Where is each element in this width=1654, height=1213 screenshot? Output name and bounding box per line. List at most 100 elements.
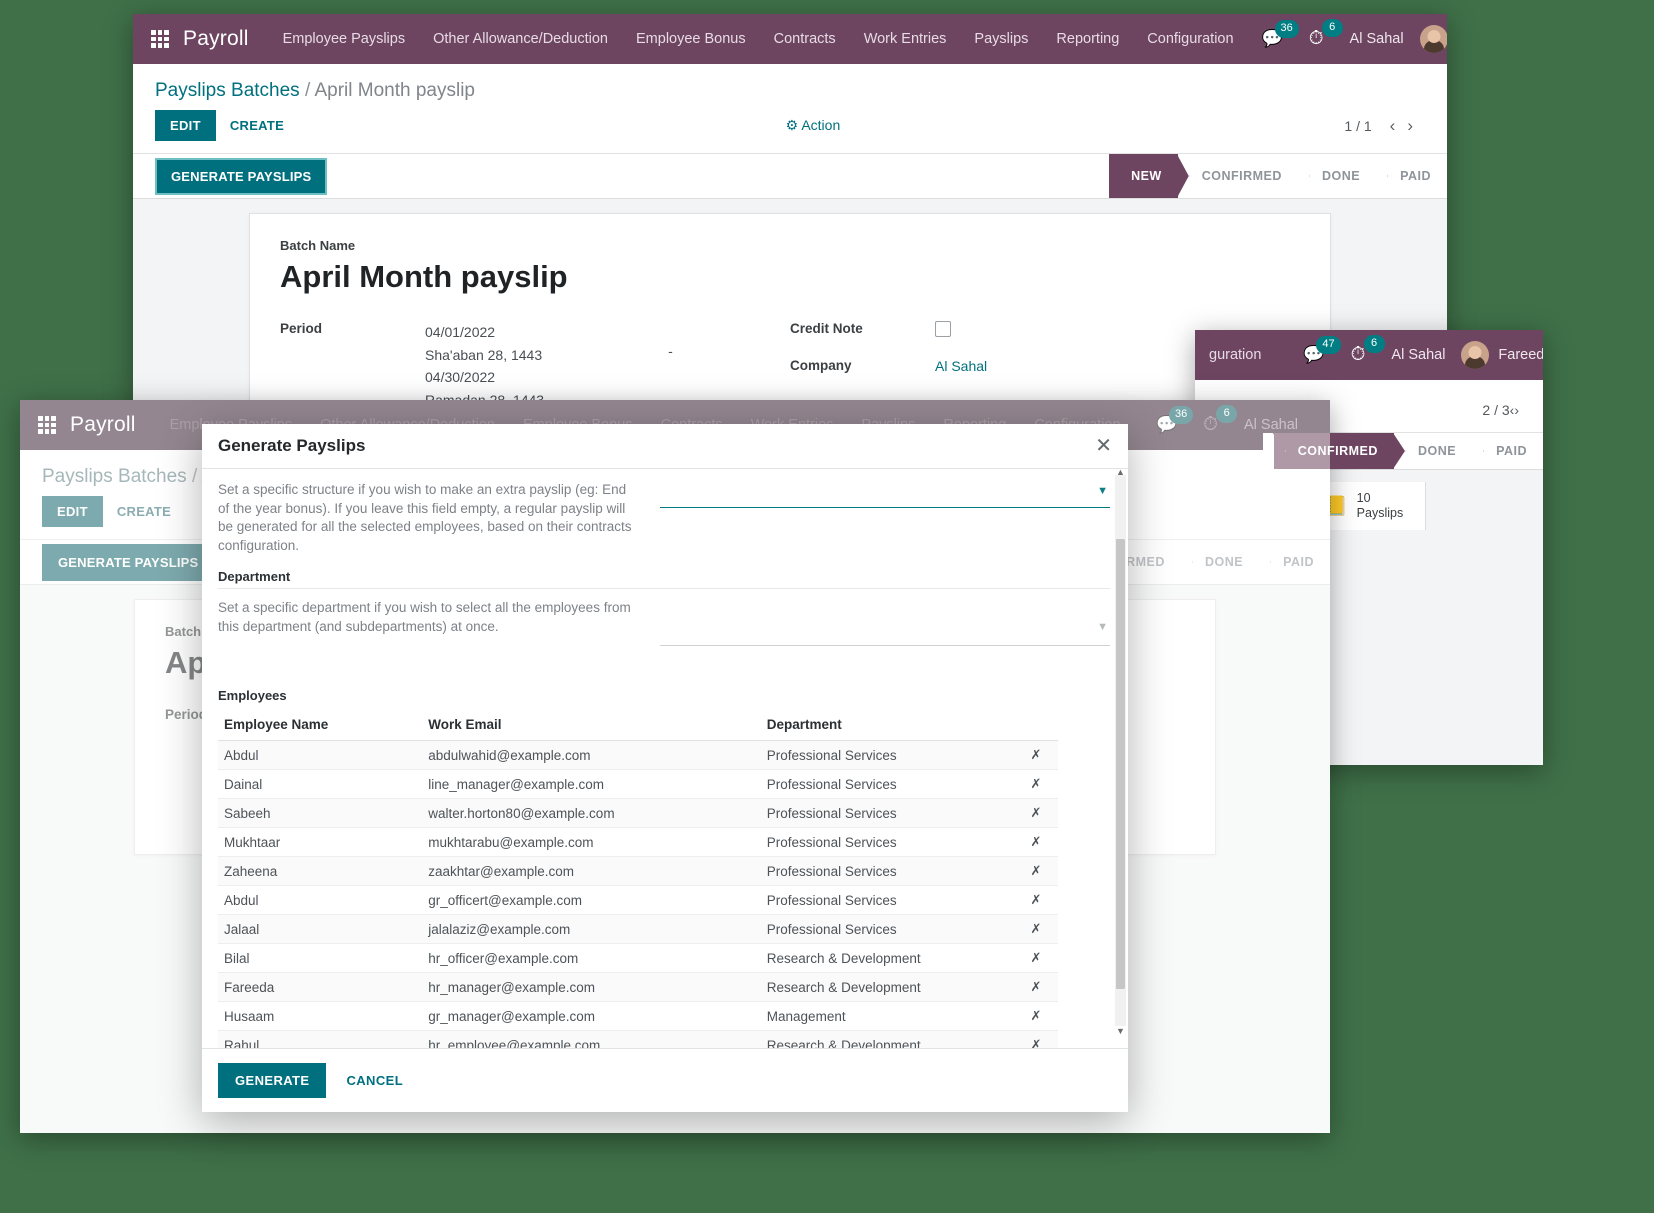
remove-row-icon[interactable]: ✗: [1015, 943, 1058, 973]
status-pill-done-right[interactable]: DONE: [1393, 433, 1473, 469]
pager-arrows-right[interactable]: ‹›: [1510, 402, 1519, 418]
department-select[interactable]: [660, 619, 1110, 646]
credit-note-checkbox-wrap[interactable]: [935, 321, 951, 340]
cell-name[interactable]: Abdul: [218, 740, 423, 770]
dialog-scrollbar[interactable]: ▲ ▼: [1115, 469, 1126, 1036]
cell-department[interactable]: Professional Services: [760, 769, 1016, 799]
cell-department[interactable]: Professional Services: [760, 740, 1016, 770]
generate-button[interactable]: GENERATE: [218, 1063, 327, 1098]
scroll-up-icon[interactable]: ▲: [1115, 469, 1126, 477]
cell-name[interactable]: Zaheena: [218, 856, 423, 886]
company-name-right[interactable]: Al Sahal: [1391, 347, 1445, 363]
menu-payslips[interactable]: Payslips: [974, 31, 1028, 47]
messages-menu-front[interactable]: 💬 36: [1156, 406, 1194, 435]
structure-select[interactable]: [660, 481, 1110, 508]
scrollbar-thumb[interactable]: [1116, 539, 1125, 989]
messages-menu-right[interactable]: 💬 47: [1303, 336, 1341, 365]
cell-name[interactable]: Bilal: [218, 943, 423, 973]
cell-email[interactable]: gr_manager@example.com: [422, 1001, 761, 1031]
cell-name[interactable]: Husaam: [218, 1001, 423, 1031]
table-row[interactable]: Dainal line_manager@example.com Profession…: [218, 769, 1058, 799]
avatar[interactable]: [1419, 25, 1447, 53]
cell-name[interactable]: Rahul: [218, 1030, 423, 1048]
remove-row-icon[interactable]: ✗: [1015, 769, 1058, 799]
cell-name[interactable]: Abdul: [218, 885, 423, 915]
cell-department[interactable]: Research & Development: [760, 943, 1016, 973]
table-row[interactable]: Fareeda hr_manager@example.com Research & …: [218, 972, 1058, 1002]
avatar-right[interactable]: [1461, 341, 1490, 369]
cell-email[interactable]: hr_manager@example.com: [422, 972, 761, 1002]
table-row[interactable]: Zaheena zaakhtar@example.com Professional …: [218, 856, 1058, 886]
menu-other-allowance-deduction[interactable]: Other Allowance/Deduction: [433, 31, 608, 47]
column-work-email[interactable]: Work Email: [422, 711, 761, 741]
remove-row-icon[interactable]: ✗: [1015, 972, 1058, 1002]
create-button-front[interactable]: CREATE: [103, 496, 185, 527]
remove-row-icon[interactable]: ✗: [1015, 914, 1058, 944]
cell-email[interactable]: line_manager@example.com: [422, 769, 761, 799]
cell-email[interactable]: mukhtarabu@example.com: [422, 827, 761, 857]
status-pill-new[interactable]: NEW: [1109, 154, 1178, 198]
menu-employee-bonus[interactable]: Employee Bonus: [636, 31, 746, 47]
status-pill-confirmed-right[interactable]: CONFIRMED: [1273, 433, 1394, 469]
remove-row-icon[interactable]: ✗: [1015, 1001, 1058, 1031]
grid-apps-icon[interactable]: [38, 416, 56, 434]
cell-email[interactable]: zaakhtar@example.com: [422, 856, 761, 886]
remove-row-icon[interactable]: ✗: [1015, 856, 1058, 886]
generate-payslips-button-front[interactable]: GENERATE PAYSLIPS: [42, 543, 215, 581]
activities-menu[interactable]: ⏱ 6: [1309, 19, 1343, 50]
department-select-wrap[interactable]: ▼: [660, 599, 1110, 646]
close-icon[interactable]: ✕: [1095, 436, 1112, 456]
cell-name[interactable]: Fareeda: [218, 972, 423, 1002]
menu-configuration[interactable]: Configuration: [1147, 31, 1233, 47]
status-pill-done-front[interactable]: DONE: [1180, 540, 1260, 584]
edit-button-front[interactable]: EDIT: [42, 496, 103, 527]
remove-row-icon[interactable]: ✗: [1015, 740, 1058, 770]
app-brand[interactable]: Payroll: [183, 27, 249, 51]
cell-name[interactable]: Dainal: [218, 769, 423, 799]
pager-arrows[interactable]: ‹›: [1390, 116, 1425, 136]
remove-row-icon[interactable]: ✗: [1015, 798, 1058, 828]
table-row[interactable]: Husaam gr_manager@example.com Management ✗: [218, 1001, 1058, 1031]
activities-menu-right[interactable]: ⏱ 6: [1351, 335, 1385, 366]
cancel-button[interactable]: CANCEL: [332, 1063, 417, 1098]
company-name[interactable]: Al Sahal: [1350, 31, 1404, 47]
cell-name[interactable]: Mukhtaar: [218, 827, 423, 857]
menu-reporting[interactable]: Reporting: [1056, 31, 1119, 47]
structure-select-wrap[interactable]: ▼: [660, 481, 1110, 508]
cell-name[interactable]: Sabeeh: [218, 798, 423, 828]
breadcrumb-root-front[interactable]: Payslips Batches: [42, 466, 187, 487]
table-row[interactable]: Sabeeh walter.horton80@example.com Profess…: [218, 798, 1058, 828]
company-value[interactable]: Al Sahal: [935, 358, 987, 374]
create-button[interactable]: CREATE: [216, 110, 298, 141]
menu-work-entries[interactable]: Work Entries: [864, 31, 947, 47]
column-department[interactable]: Department: [760, 711, 1016, 741]
table-row[interactable]: Jalaal jalalaziz@example.com Professional …: [218, 914, 1058, 944]
cell-department[interactable]: Professional Services: [760, 798, 1016, 828]
grid-apps-icon[interactable]: [151, 30, 169, 48]
remove-row-icon[interactable]: ✗: [1015, 885, 1058, 915]
generate-payslips-button[interactable]: GENERATE PAYSLIPS: [155, 157, 328, 195]
cell-department[interactable]: Research & Development: [760, 972, 1016, 1002]
table-row[interactable]: Mukhtaar mukhtarabu@example.com Profession…: [218, 827, 1058, 857]
breadcrumb-root[interactable]: Payslips Batches: [155, 80, 300, 101]
edit-button[interactable]: EDIT: [155, 110, 216, 141]
table-row[interactable]: Abdul gr_officert@example.com Professional…: [218, 885, 1058, 915]
cell-email[interactable]: abdulwahid@example.com: [422, 740, 761, 770]
status-pill-done[interactable]: DONE: [1297, 154, 1377, 198]
cell-department[interactable]: Professional Services: [760, 914, 1016, 944]
remove-row-icon[interactable]: ✗: [1015, 1030, 1058, 1048]
cell-name[interactable]: Jalaal: [218, 914, 423, 944]
cell-email[interactable]: walter.horton80@example.com: [422, 798, 761, 828]
cell-email[interactable]: gr_officert@example.com: [422, 885, 761, 915]
cell-department[interactable]: Professional Services: [760, 885, 1016, 915]
table-row[interactable]: Abdul abdulwahid@example.com Professional …: [218, 740, 1058, 770]
credit-note-checkbox[interactable]: [935, 321, 951, 337]
messages-menu[interactable]: 💬 36: [1262, 20, 1299, 49]
cell-department[interactable]: Professional Services: [760, 827, 1016, 857]
app-brand-front[interactable]: Payroll: [70, 413, 136, 437]
menu-employee-payslips[interactable]: Employee Payslips: [283, 31, 406, 47]
cell-email[interactable]: hr_officer@example.com: [422, 943, 761, 973]
cell-email[interactable]: hr_employee@example.com: [422, 1030, 761, 1048]
menu-configuration-partial[interactable]: guration: [1209, 347, 1261, 363]
remove-row-icon[interactable]: ✗: [1015, 827, 1058, 857]
